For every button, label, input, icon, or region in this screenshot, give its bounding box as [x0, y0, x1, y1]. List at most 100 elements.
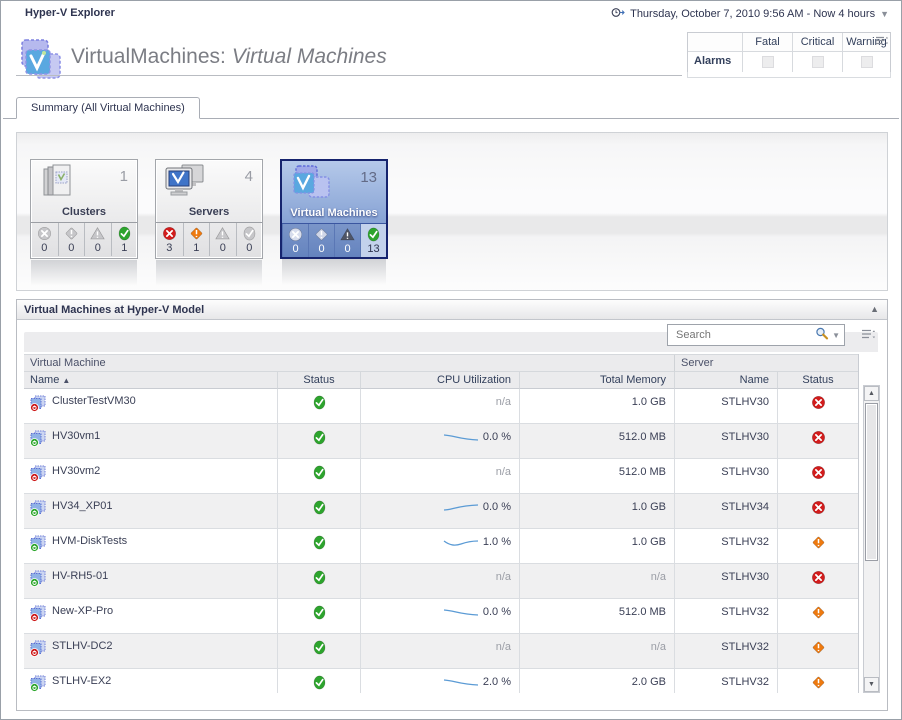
vm-grid-panel: Virtual Machines at Hyper-V Model ▲ ▼ Vi…: [16, 299, 888, 711]
vm-icon-stopped: [29, 465, 47, 482]
total-memory-cell: 512.0 MB: [519, 424, 674, 459]
cpu-utilization-cell: 0.0 %: [360, 424, 519, 459]
time-range-selector[interactable]: Thursday, October 7, 2010 9:56 AM - Now …: [611, 6, 889, 22]
tile-state-normal: 1: [111, 223, 138, 256]
vm-status-cell: [277, 599, 360, 634]
vm-icon-stopped: [29, 605, 47, 622]
cpu-value: n/a: [496, 571, 511, 583]
column-header-total-memory[interactable]: Total Memory: [519, 372, 674, 389]
vm-status-cell: [277, 564, 360, 599]
tab-summary-all-virtual-machines[interactable]: Summary (All Virtual Machines): [16, 97, 200, 119]
cpu-value: 0.0 %: [483, 606, 511, 618]
tile-servers[interactable]: 4 Servers 3100: [155, 159, 263, 259]
group-header-virtual-machine: Virtual Machine: [24, 355, 674, 372]
cpu-sparkline: [442, 606, 480, 618]
vm-status-cell: [277, 634, 360, 669]
server-name-cell: STLHV34: [674, 494, 777, 529]
vm-icon-stopped: [29, 640, 47, 657]
table-row[interactable]: HV34_XP01 0.0 % 1.0 GB STLHV34: [24, 494, 858, 529]
tile-state-normal: 13: [360, 224, 386, 257]
table-row[interactable]: HV30vm1 0.0 % 512.0 MB STLHV30: [24, 424, 858, 459]
topology-tiles-panel: 1 Clusters 0001 4 Servers 3100 13 Virtua…: [16, 132, 888, 291]
server-status-cell: [777, 424, 858, 459]
vm-name: HV-RH5-01: [52, 570, 108, 582]
tile-state-normal: 0: [236, 223, 263, 256]
group-header-server: Server: [674, 355, 858, 372]
cpu-value: 0.0 %: [483, 501, 511, 513]
server-name-cell: STLHV30: [674, 424, 777, 459]
table-row[interactable]: STLHV-DC2 n/a n/a STLHV32: [24, 634, 858, 669]
table-row[interactable]: HV-RH5-01 n/a n/a STLHV30: [24, 564, 858, 599]
virtual-machines-icon: [288, 164, 338, 209]
vertical-scrollbar[interactable]: ▲ ▼: [863, 385, 880, 693]
total-memory-cell: 1.0 GB: [519, 494, 674, 529]
page-title-prefix: VirtualMachines:: [71, 45, 226, 68]
vm-status-cell: [277, 459, 360, 494]
vm-name: HV30vm1: [52, 430, 100, 442]
tile-reflection: [31, 260, 137, 286]
total-memory-cell: n/a: [519, 564, 674, 599]
search-box: ▼: [667, 324, 845, 346]
table-row[interactable]: ClusterTestVM30 n/a 1.0 GB STLHV30: [24, 389, 858, 424]
server-name-cell: STLHV30: [674, 389, 777, 424]
column-header-cpu-utilization[interactable]: CPU Utilization: [360, 372, 519, 389]
tile-clusters[interactable]: 1 Clusters 0001: [30, 159, 138, 259]
server-name-cell: STLHV32: [674, 599, 777, 634]
scroll-up-button[interactable]: ▲: [864, 386, 879, 401]
tile-state-critical: 0: [58, 223, 85, 256]
column-header-status[interactable]: Status: [277, 372, 360, 389]
panel-collapse-icon[interactable]: ▲: [870, 304, 879, 314]
search-input[interactable]: [674, 328, 815, 342]
column-header-server-name[interactable]: Name: [674, 372, 777, 389]
vm-icon-stopped: [29, 395, 47, 412]
tile-virtual-machines[interactable]: 13 Virtual Machines 00013: [280, 159, 388, 259]
server-status-cell: [777, 669, 858, 693]
total-memory-cell: 1.0 GB: [519, 389, 674, 424]
cpu-value: 2.0 %: [483, 676, 511, 688]
server-name-cell: STLHV32: [674, 529, 777, 564]
title-divider: [16, 75, 682, 76]
tile-reflection: [282, 259, 386, 285]
tile-reflection: [156, 260, 262, 286]
tile-status-strip: 00013: [282, 223, 386, 257]
search-icon[interactable]: [815, 327, 829, 343]
server-status-cell: [777, 564, 858, 599]
table-row[interactable]: HV30vm2 n/a 512.0 MB STLHV30: [24, 459, 858, 494]
virtual-machines-icon: [14, 38, 66, 88]
tile-state-warning: 0: [84, 223, 111, 256]
column-header-name[interactable]: Name▲: [24, 372, 277, 389]
alarms-warning-cell[interactable]: [842, 52, 890, 72]
table-row[interactable]: STLHV-EX2 2.0 % 2.0 GB STLHV32: [24, 669, 858, 693]
server-status-cell: [777, 529, 858, 564]
tile-count: 1: [120, 168, 128, 185]
grid-customizer-icon[interactable]: [862, 329, 875, 343]
vm-status-cell: [277, 669, 360, 693]
vm-icon-running: [29, 535, 47, 552]
scrollbar-thumb[interactable]: [865, 403, 878, 561]
search-options-caret-icon[interactable]: ▼: [832, 331, 840, 340]
tile-state-critical: 0: [308, 224, 334, 257]
time-range-caret-icon: ▼: [880, 9, 889, 19]
alarms-table-footer-strip: [687, 72, 891, 78]
table-row[interactable]: HVM-DiskTests 1.0 % 1.0 GB STLHV32: [24, 529, 858, 564]
total-memory-cell: n/a: [519, 634, 674, 669]
column-header-server-status[interactable]: Status: [777, 372, 858, 389]
cpu-value: n/a: [496, 396, 511, 408]
alarms-row-label: Alarms: [688, 52, 742, 72]
app-title: Hyper-V Explorer: [25, 7, 115, 19]
vm-status-cell: [277, 389, 360, 424]
vm-table: Virtual Machine Server Name▲ Status CPU …: [24, 354, 859, 693]
tile-label: Virtual Machines: [282, 207, 386, 223]
alarms-fatal-cell[interactable]: [742, 52, 792, 72]
cpu-utilization-cell: n/a: [360, 389, 519, 424]
server-name-cell: STLHV30: [674, 459, 777, 494]
scroll-down-button[interactable]: ▼: [864, 677, 879, 692]
sort-ascending-icon: ▲: [62, 376, 70, 385]
alarms-col-critical: Critical: [792, 33, 842, 52]
alarms-critical-cell[interactable]: [792, 52, 842, 72]
tile-label: Clusters: [31, 206, 137, 222]
table-row[interactable]: New-XP-Pro 0.0 % 512.0 MB STLHV32: [24, 599, 858, 634]
alarms-customizer-icon[interactable]: [876, 36, 888, 49]
tile-status-strip: 0001: [31, 222, 137, 256]
table-column-header-row: Name▲ Status CPU Utilization Total Memor…: [24, 372, 858, 389]
